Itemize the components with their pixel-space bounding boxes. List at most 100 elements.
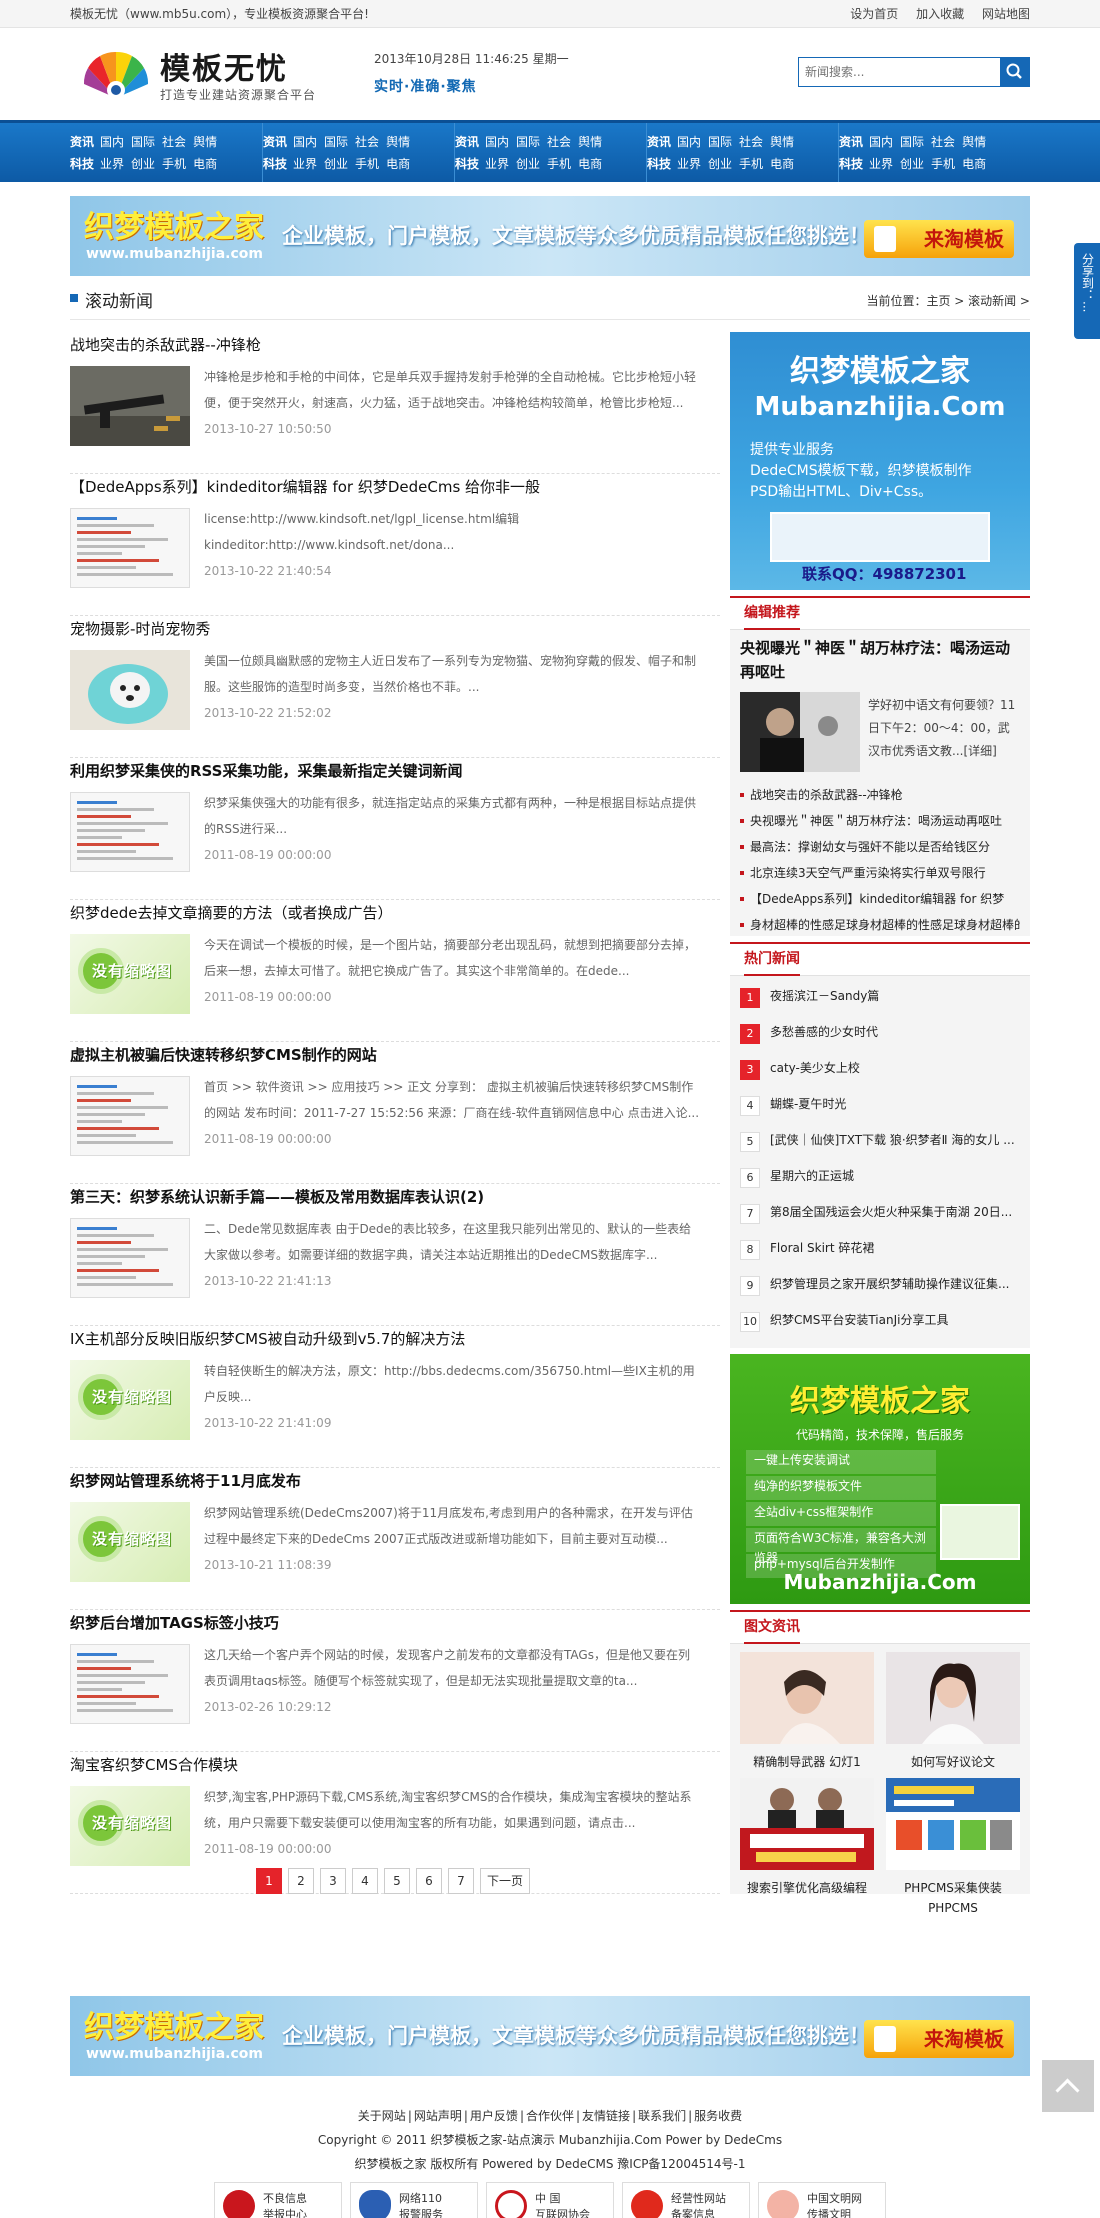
nav-link[interactable]: 社会: [739, 135, 763, 149]
editor-pick-item[interactable]: 【DedeApps系列】kindeditor编辑器 for 织梦: [740, 886, 1020, 912]
nav-link[interactable]: 舆情: [386, 135, 410, 149]
nav-link[interactable]: 国内: [100, 135, 124, 149]
article-thumbnail[interactable]: [70, 1076, 190, 1156]
editor-pick-item[interactable]: 战地突击的杀敌武器--冲锋枪: [740, 782, 1020, 808]
search-input[interactable]: [799, 58, 999, 86]
hot-news-item[interactable]: 3 caty-美少女上校: [740, 1058, 1020, 1094]
nav-link[interactable]: 国际: [131, 135, 155, 149]
nav-link[interactable]: 社会: [931, 135, 955, 149]
photo-item[interactable]: 搜索引擎优化高级编程: [740, 1778, 874, 1898]
badge-internet-society[interactable]: 中 国互联网协会: [486, 2182, 614, 2218]
footer-icp[interactable]: 织梦模板之家 版权所有 Powered by DedeCMS 豫ICP备1200…: [70, 2154, 1030, 2174]
nav-link[interactable]: 业界: [485, 157, 509, 171]
nav-link[interactable]: 创业: [324, 157, 348, 171]
article-thumbnail[interactable]: [70, 1218, 190, 1298]
page-button[interactable]: 4: [352, 1868, 378, 1894]
article-thumbnail[interactable]: [70, 650, 190, 730]
article-title[interactable]: 淘宝客织梦CMS合作模块: [70, 1754, 720, 1775]
nav-link[interactable]: 创业: [708, 157, 732, 171]
nav-link[interactable]: 电商: [578, 157, 602, 171]
page-button[interactable]: 3: [320, 1868, 346, 1894]
nav-link[interactable]: 手机: [547, 157, 571, 171]
banner-cta-button[interactable]: 来淘模板: [864, 2020, 1014, 2058]
nav-link[interactable]: 电商: [386, 157, 410, 171]
hot-news-item[interactable]: 2 多愁善感的少女时代: [740, 1022, 1020, 1058]
editor-headline[interactable]: 央视曝光＂神医＂胡万林疗法：喝汤运动再呕吐: [740, 636, 1020, 684]
site-logo[interactable]: 模板无忧 打造专业建站资源聚合平台: [82, 40, 332, 110]
nav-link[interactable]: 社会: [162, 135, 186, 149]
nav-link[interactable]: 手机: [931, 157, 955, 171]
back-to-top-button[interactable]: [1042, 2060, 1094, 2112]
nav-group-title[interactable]: 科技: [647, 157, 671, 171]
hot-news-item[interactable]: 8 Floral Skirt 碎花裙: [740, 1238, 1020, 1274]
badge-business-record[interactable]: 经营性网站 备案信息: [622, 2182, 750, 2218]
hot-news-item[interactable]: 7 第8届全国残运会火炬火种采集于南湖 20日...: [740, 1202, 1020, 1238]
nav-link[interactable]: 国际: [516, 135, 540, 149]
nav-link[interactable]: 电商: [193, 157, 217, 171]
nav-link[interactable]: 社会: [547, 135, 571, 149]
nav-link[interactable]: 国际: [708, 135, 732, 149]
nav-link[interactable]: 国内: [485, 135, 509, 149]
share-tab[interactable]: 分享到：...: [1074, 243, 1100, 339]
footer-link[interactable]: 服务收费: [694, 2109, 742, 2123]
article-title[interactable]: 虚拟主机被骗后快速转移织梦CMS制作的网站: [70, 1044, 720, 1065]
footer-link[interactable]: 网站声明: [414, 2109, 462, 2123]
nav-group-title[interactable]: 资讯: [647, 135, 671, 149]
badge-report-center[interactable]: 不良信息 举报中心: [214, 2182, 342, 2218]
nav-group-title[interactable]: 科技: [455, 157, 479, 171]
nav-link[interactable]: 电商: [962, 157, 986, 171]
nav-link[interactable]: 社会: [355, 135, 379, 149]
nav-link[interactable]: 舆情: [962, 135, 986, 149]
article-thumbnail[interactable]: 没有缩略图: [70, 1360, 190, 1440]
add-favorite-link[interactable]: 加入收藏: [916, 7, 964, 21]
editor-headline-image[interactable]: [740, 692, 860, 772]
nav-link[interactable]: 舆情: [578, 135, 602, 149]
nav-link[interactable]: 创业: [900, 157, 924, 171]
top-ad-banner[interactable]: 织梦模板之家 www.mubanzhijia.com 企业模板，门户模板，文章模…: [70, 196, 1030, 276]
footer-link[interactable]: 合作伙伴: [526, 2109, 574, 2123]
bottom-ad-banner[interactable]: 织梦模板之家 www.mubanzhijia.com 企业模板，门户模板，文章模…: [70, 1996, 1030, 2076]
article-thumbnail[interactable]: 没有缩略图: [70, 934, 190, 1014]
badge-civilization[interactable]: 中国文明网 传播文明: [758, 2182, 886, 2218]
article-title[interactable]: 【DedeApps系列】kindeditor编辑器 for 织梦DedeCms …: [70, 476, 720, 497]
nav-group-title[interactable]: 科技: [70, 157, 94, 171]
photo-item[interactable]: PHPCMS采集侠装 PHPCMS: [886, 1778, 1020, 1918]
sidebar-ad-top[interactable]: 织梦模板之家 Mubanzhijia.Com 提供专业服务 DedeCMS模板下…: [730, 332, 1030, 590]
nav-link[interactable]: 创业: [131, 157, 155, 171]
nav-link[interactable]: 国内: [869, 135, 893, 149]
nav-link[interactable]: 国内: [293, 135, 317, 149]
nav-link[interactable]: 国际: [900, 135, 924, 149]
page-button-current[interactable]: 1: [256, 1868, 282, 1894]
article-thumbnail[interactable]: 没有缩略图: [70, 1502, 190, 1582]
page-button[interactable]: 6: [416, 1868, 442, 1894]
nav-link[interactable]: 创业: [516, 157, 540, 171]
badge-police[interactable]: 网络110 报警服务: [350, 2182, 478, 2218]
nav-link[interactable]: 舆情: [193, 135, 217, 149]
page-button[interactable]: 2: [288, 1868, 314, 1894]
nav-link[interactable]: 国际: [324, 135, 348, 149]
nav-link[interactable]: 手机: [355, 157, 379, 171]
nav-link[interactable]: 电商: [770, 157, 794, 171]
footer-link[interactable]: 关于网站: [358, 2109, 406, 2123]
editor-pick-item[interactable]: 北京连续3天空气严重污染将实行单双号限行: [740, 860, 1020, 886]
nav-link[interactable]: 手机: [162, 157, 186, 171]
photo-item[interactable]: 如何写好议论文: [886, 1652, 1020, 1772]
nav-group-title[interactable]: 科技: [263, 157, 287, 171]
editor-pick-item[interactable]: 最高法：撑谢幼女与强奸不能以是否给钱区分: [740, 834, 1020, 860]
nav-group-title[interactable]: 资讯: [455, 135, 479, 149]
article-thumbnail[interactable]: [70, 792, 190, 872]
article-thumbnail[interactable]: [70, 366, 190, 446]
hot-news-item[interactable]: 10 织梦CMS平台安装TianJi分享工具: [740, 1310, 1020, 1346]
article-title[interactable]: 织梦网站管理系统将于11月底发布: [70, 1470, 720, 1491]
footer-link[interactable]: 用户反馈: [470, 2109, 518, 2123]
editor-pick-item[interactable]: 身材超棒的性感足球身材超棒的性感足球身材超棒的: [740, 912, 1020, 938]
footer-link[interactable]: 联系我们: [638, 2109, 686, 2123]
hot-news-item[interactable]: 9 织梦管理员之家开展织梦辅助操作建议征集...: [740, 1274, 1020, 1310]
breadcrumb[interactable]: 当前位置：主页 > 滚动新闻 >: [866, 292, 1030, 309]
nav-link[interactable]: 业界: [100, 157, 124, 171]
nav-link[interactable]: 业界: [293, 157, 317, 171]
nav-link[interactable]: 手机: [739, 157, 763, 171]
nav-link[interactable]: 舆情: [770, 135, 794, 149]
editor-headline-desc[interactable]: 学好初中语文有何要领？11日下午2：00～4：00，武汉市优秀语文教...[详细…: [868, 694, 1020, 763]
article-title[interactable]: IX主机部分反映旧版织梦CMS被自动升级到v5.7的解决方法: [70, 1328, 720, 1349]
